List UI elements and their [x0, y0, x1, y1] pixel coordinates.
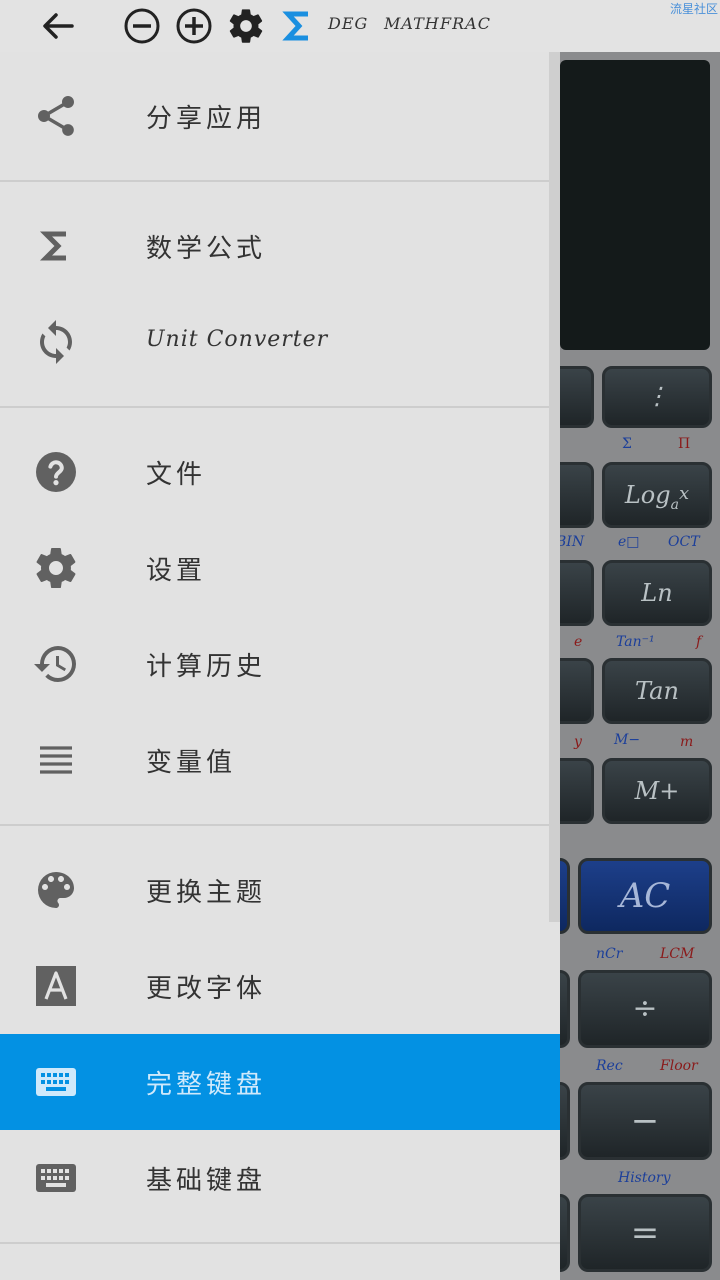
- menu-item-share[interactable]: 分享应用: [0, 68, 560, 164]
- label-pi: Π: [678, 436, 691, 452]
- math-mode-label[interactable]: MATH: [384, 14, 440, 33]
- menu-label-basic-keyboard: 基础键盘: [146, 1166, 267, 1196]
- menu-item-formulas[interactable]: 数学公式: [0, 198, 560, 294]
- menu-label-settings: 设置: [146, 556, 207, 586]
- key-minus[interactable]: −: [578, 1082, 712, 1160]
- keyboard-icon: [36, 1164, 76, 1192]
- menu-label-share: 分享应用: [146, 104, 267, 134]
- label-ncr: nCr: [596, 946, 623, 962]
- menu-label-variables: 变量值: [146, 748, 237, 778]
- font-a-icon: [36, 966, 76, 1006]
- top-toolbar: DEG MATH FRAC 流星社区: [0, 0, 720, 52]
- menu-item-history[interactable]: 计算历史: [0, 616, 560, 712]
- help-circle-icon: [36, 452, 76, 492]
- label-sigma: Σ: [622, 436, 632, 452]
- sigma-icon[interactable]: [278, 6, 318, 46]
- menu-item-settings[interactable]: 设置: [0, 520, 560, 616]
- menu-label-history: 计算历史: [146, 652, 267, 682]
- palette-icon: [38, 872, 74, 908]
- share-icon: [38, 96, 74, 136]
- frac-mode-label[interactable]: FRAC: [440, 14, 491, 33]
- label-oct: OCT: [668, 534, 700, 550]
- menu-item-basic-keyboard[interactable]: 基础键盘: [0, 1130, 560, 1226]
- menu-item-font[interactable]: 更改字体: [0, 938, 560, 1034]
- calculator-background: ⋮ Σ Π Logax BIN e□ OCT Ln e Tan⁻¹ f Tan …: [546, 52, 720, 1280]
- menu-label-font: 更改字体: [146, 974, 267, 1004]
- label-f: f: [696, 634, 702, 650]
- key-log[interactable]: Logax: [602, 462, 712, 528]
- key-ac[interactable]: AC: [578, 858, 712, 934]
- label-floor: Floor: [660, 1058, 698, 1074]
- menu-label-full-keyboard: 完整键盘: [146, 1070, 267, 1100]
- menu-label-formulas: 数学公式: [146, 234, 267, 264]
- menu-item-full-keyboard[interactable]: 完整键盘: [0, 1034, 560, 1130]
- menu-label-unit-converter: Unit Converter: [146, 327, 329, 352]
- menu-label-files: 文件: [146, 460, 207, 490]
- calculator-display: [560, 60, 710, 350]
- menu-item-theme[interactable]: 更换主题: [0, 842, 560, 938]
- angle-mode-label[interactable]: DEG: [328, 14, 368, 33]
- label-y: y: [574, 734, 582, 750]
- key-divide[interactable]: ÷: [578, 970, 712, 1048]
- zoom-out-icon[interactable]: [122, 6, 162, 46]
- label-e: e: [574, 634, 583, 650]
- key-log-x: x: [678, 483, 690, 504]
- menu-item-files[interactable]: 文件: [0, 424, 560, 520]
- key-m-plus[interactable]: M+: [602, 758, 712, 824]
- key-ln[interactable]: Ln: [602, 560, 712, 626]
- label-tan-inverse: Tan⁻¹: [616, 634, 655, 650]
- menu-item-unit-converter[interactable]: Unit Converter: [0, 294, 560, 390]
- gear-icon[interactable]: [226, 6, 266, 46]
- navigation-drawer: 分享应用 数学公式 Unit Converter 文件 设置 计算历史 变量值 …: [0, 52, 560, 1280]
- list-lines-icon: [40, 746, 72, 774]
- back-arrow-icon[interactable]: [38, 6, 78, 46]
- divider: [0, 180, 560, 182]
- label-m-minus: M−: [614, 732, 641, 748]
- key-log-sub: a: [670, 496, 679, 513]
- label-lcm: LCM: [660, 946, 695, 962]
- divider: [0, 824, 560, 826]
- gear-icon: [36, 548, 76, 589]
- label-m: m: [680, 734, 694, 750]
- sync-icon: [40, 320, 72, 364]
- label-e-box: e□: [618, 534, 640, 550]
- menu-label-theme: 更换主题: [146, 878, 267, 908]
- label-bin: BIN: [556, 534, 585, 550]
- zoom-in-icon[interactable]: [174, 6, 214, 46]
- key-equals[interactable]: =: [578, 1194, 712, 1272]
- keyboard-icon: [36, 1068, 76, 1096]
- key-more[interactable]: ⋮: [602, 366, 712, 428]
- history-icon: [34, 646, 76, 682]
- divider: [0, 1242, 560, 1244]
- menu-item-variables[interactable]: 变量值: [0, 712, 560, 808]
- drawer-scrollbar[interactable]: [549, 52, 560, 922]
- key-log-text: Log: [624, 481, 671, 509]
- label-rec: Rec: [596, 1058, 623, 1074]
- watermark: 流星社区: [669, 2, 718, 16]
- key-tan[interactable]: Tan: [602, 658, 712, 724]
- sigma-icon: [39, 231, 66, 261]
- label-history: History: [618, 1170, 671, 1186]
- divider: [0, 406, 560, 408]
